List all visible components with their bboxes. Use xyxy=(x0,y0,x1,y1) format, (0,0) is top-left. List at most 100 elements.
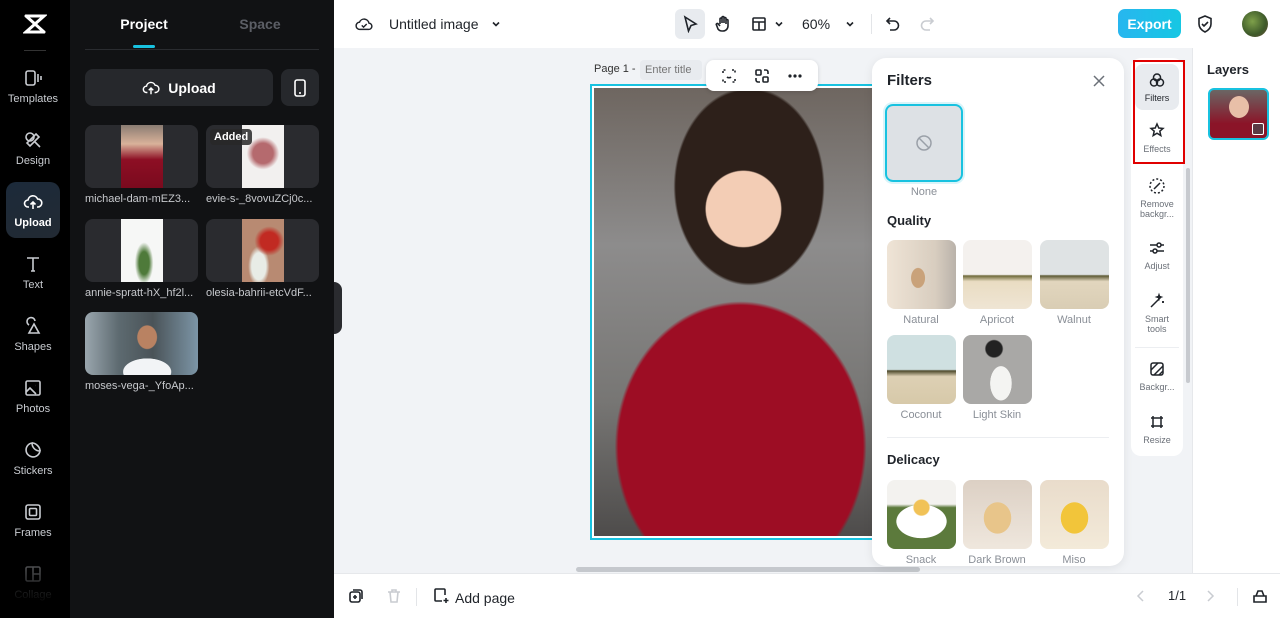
user-avatar[interactable] xyxy=(1242,11,1268,37)
shapes-icon xyxy=(26,316,41,334)
shield-check-icon[interactable] xyxy=(1196,14,1214,34)
rail-item-label: Photos xyxy=(15,402,51,415)
rail-item-stickers[interactable]: Stickers xyxy=(6,430,60,486)
upload-from-phone-button[interactable] xyxy=(281,69,319,106)
adjust-icon xyxy=(1150,242,1164,254)
filter-none[interactable]: None xyxy=(885,104,963,198)
templates-icon xyxy=(25,69,42,86)
asset-card[interactable]: michael-dam-mEZ3... xyxy=(85,125,205,205)
filters-panel: Filters None Quality Natural Apricot Wal… xyxy=(872,58,1124,566)
added-badge: Added xyxy=(210,129,253,145)
tool-adjust[interactable]: Adjust xyxy=(1135,239,1179,271)
page-title-input[interactable] xyxy=(640,60,702,80)
assets-panel: Project Space Upload michael-dam-mEZ3...… xyxy=(70,0,334,618)
document-title[interactable]: Untitled image xyxy=(389,16,479,32)
duplicate-page-button[interactable] xyxy=(347,587,365,610)
filter-dark-brown[interactable]: Dark Brown xyxy=(963,480,1035,566)
asset-card[interactable]: annie-spratt-hX_hf2l... xyxy=(85,219,205,299)
collapse-panel-handle[interactable] xyxy=(334,282,342,334)
canvas-page[interactable] xyxy=(590,84,880,540)
cloud-saved-icon[interactable] xyxy=(355,15,373,33)
filter-label: Light Skin xyxy=(972,409,1022,421)
filter-walnut[interactable]: Walnut xyxy=(1040,240,1112,326)
section-divider xyxy=(887,437,1109,438)
rail-item-design[interactable]: Design xyxy=(6,120,60,176)
filter-thumb xyxy=(963,240,1032,309)
rail-item-templates[interactable]: Templates xyxy=(6,58,60,114)
remove-background-icon xyxy=(1149,178,1165,194)
select-tool-button[interactable] xyxy=(675,9,705,39)
filter-light-skin[interactable]: Light Skin xyxy=(963,335,1035,421)
asset-card[interactable]: moses-vega-_YfoAp... xyxy=(85,312,205,392)
duplicate-icon xyxy=(349,589,363,603)
canvas-photo[interactable] xyxy=(594,88,876,536)
capcut-logo[interactable] xyxy=(0,0,70,48)
rail-item-photos[interactable]: Photos xyxy=(6,368,60,424)
add-page-label: Add page xyxy=(455,589,515,606)
rail-item-label: Templates xyxy=(7,92,59,105)
page-manager-icon[interactable] xyxy=(1251,587,1269,605)
resize-icon xyxy=(1151,416,1163,428)
upload-button[interactable]: Upload xyxy=(85,69,273,106)
layers-panel: Layers xyxy=(1192,48,1280,573)
rail-item-label: Shapes xyxy=(14,340,52,353)
filter-natural[interactable]: Natural xyxy=(887,240,959,326)
rail-item-upload[interactable]: Upload xyxy=(6,182,60,238)
more-icon[interactable] xyxy=(787,68,803,84)
redo-icon[interactable] xyxy=(918,15,936,33)
chevron-down-icon[interactable] xyxy=(490,18,502,30)
trash-icon xyxy=(388,589,400,603)
rail-item-frames[interactable]: Frames xyxy=(6,492,60,548)
filter-snack[interactable]: Snack xyxy=(887,480,959,566)
page-label: Page 1 - xyxy=(594,63,636,75)
undo-icon[interactable] xyxy=(884,15,902,33)
filter-coconut[interactable]: Coconut xyxy=(887,335,959,421)
chevron-down-icon[interactable] xyxy=(773,18,785,30)
prev-page-icon[interactable] xyxy=(1134,589,1148,603)
tab-project[interactable]: Project xyxy=(85,0,203,48)
hand-tool-button[interactable] xyxy=(708,9,738,39)
left-rail: Templates Design Upload Text Shapes Phot… xyxy=(0,0,70,618)
filter-thumb xyxy=(887,240,956,309)
close-icon[interactable] xyxy=(1090,72,1108,90)
delete-page-button[interactable] xyxy=(385,587,403,610)
background-icon xyxy=(1150,362,1164,376)
rail-item-label: Text xyxy=(22,278,44,291)
replace-icon[interactable] xyxy=(754,68,770,84)
filter-label: Walnut xyxy=(1057,314,1091,326)
tool-background[interactable]: Backgr... xyxy=(1135,360,1179,392)
rail-divider xyxy=(24,50,46,51)
asset-card[interactable]: olesia-bahrii-etcVdF... xyxy=(206,219,326,299)
filter-miso[interactable]: Miso xyxy=(1040,480,1112,566)
add-page-button[interactable]: Add page xyxy=(432,586,515,609)
rail-item-shapes[interactable]: Shapes xyxy=(6,306,60,362)
asset-thumbnail xyxy=(85,219,198,282)
chevron-down-icon[interactable] xyxy=(844,18,856,30)
filter-apricot[interactable]: Apricot xyxy=(963,240,1035,326)
tool-label: Remove backgr... xyxy=(1139,199,1175,219)
filter-label: Natural xyxy=(903,314,939,326)
rail-item-text[interactable]: Text xyxy=(6,244,60,300)
tool-remove-background[interactable]: Remove backgr... xyxy=(1135,177,1179,219)
filters-title: Filters xyxy=(887,72,933,89)
tool-resize[interactable]: Resize xyxy=(1135,413,1179,445)
next-page-icon[interactable] xyxy=(1203,589,1217,603)
floating-toolbar xyxy=(706,60,818,91)
export-button[interactable]: Export xyxy=(1118,9,1181,38)
tab-divider xyxy=(85,49,319,50)
layout-button[interactable] xyxy=(744,9,774,39)
asset-card[interactable]: Added evie-s-_8vovuZCj0c... xyxy=(206,125,326,205)
horizontal-scrollbar[interactable] xyxy=(576,567,920,572)
upload-cloud-icon xyxy=(23,194,43,209)
design-icon xyxy=(25,131,41,148)
smart-select-icon[interactable] xyxy=(721,68,737,84)
tool-divider xyxy=(1135,347,1179,348)
upload-button-label: Upload xyxy=(168,79,216,96)
tool-smart-tools[interactable]: Smart tools xyxy=(1135,292,1179,334)
filter-thumb xyxy=(963,335,1032,404)
vertical-scrollbar[interactable] xyxy=(1186,168,1190,383)
zoom-level[interactable]: 60% xyxy=(802,16,830,32)
layer-item[interactable] xyxy=(1208,88,1269,140)
tab-space[interactable]: Space xyxy=(201,0,319,48)
filter-label: Dark Brown xyxy=(968,554,1026,566)
